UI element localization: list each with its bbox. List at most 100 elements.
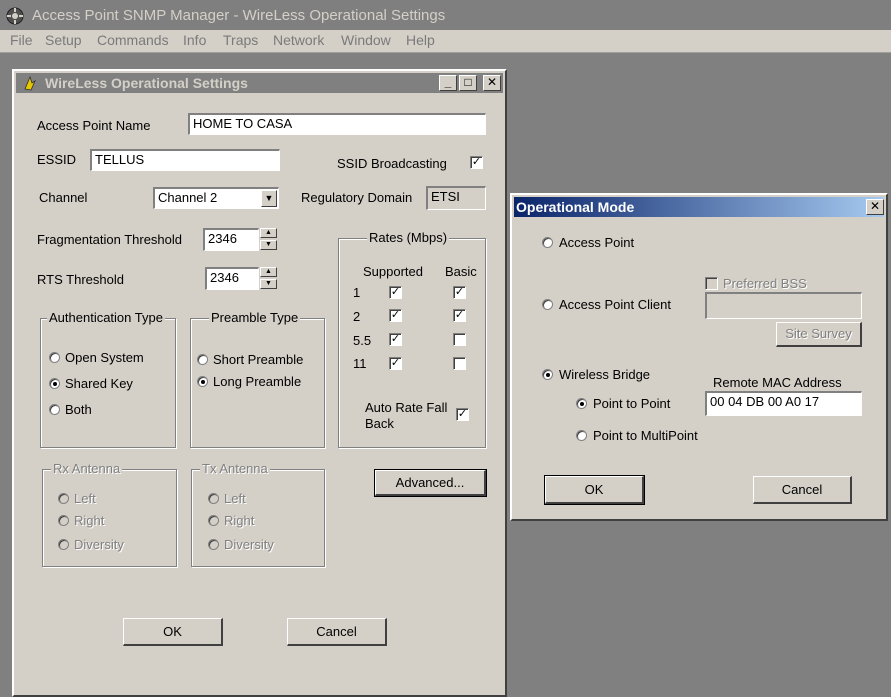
- rate-label: 1: [353, 285, 361, 300]
- channel-label: Channel: [39, 190, 88, 205]
- rate-label: 5.5: [353, 333, 372, 348]
- ssid-broadcasting-label: SSID Broadcasting: [337, 156, 447, 171]
- regulatory-domain-label: Regulatory Domain: [301, 190, 413, 205]
- opmode-ok-button[interactable]: OK: [544, 475, 645, 505]
- spin-down-icon[interactable]: ▼: [260, 279, 277, 289]
- preferred-bss-field: [705, 292, 862, 319]
- rate-supported-checkbox[interactable]: ✓: [389, 357, 402, 370]
- settings-title-bar[interactable]: WireLess Operational Settings _ □ ✕: [16, 73, 503, 93]
- ap-name-input[interactable]: HOME TO CASA: [188, 113, 486, 135]
- rx-left-label: Left: [74, 491, 96, 506]
- rts-threshold-spinner[interactable]: ▲ ▼: [260, 267, 277, 290]
- menu-commands[interactable]: Commands: [97, 32, 169, 48]
- close-icon[interactable]: ✕: [866, 199, 884, 215]
- mode-access-point-label[interactable]: Access Point: [559, 235, 634, 250]
- auth-shared-key-label[interactable]: Shared Key: [65, 376, 133, 391]
- settings-ok-button[interactable]: OK: [123, 618, 223, 646]
- chevron-down-icon[interactable]: ▼: [261, 190, 277, 207]
- mode-ap-client-radio[interactable]: [542, 299, 553, 310]
- mode-wireless-bridge-label[interactable]: Wireless Bridge: [559, 367, 650, 382]
- advanced-button[interactable]: Advanced...: [374, 469, 487, 497]
- menu-help[interactable]: Help: [406, 32, 435, 48]
- essid-input[interactable]: TELLUS: [90, 149, 280, 171]
- preamble-long-label[interactable]: Long Preamble: [213, 374, 301, 389]
- auth-open-system-radio[interactable]: [49, 352, 60, 363]
- bridge-point-to-point-label[interactable]: Point to Point: [593, 396, 670, 411]
- mode-ap-client-label[interactable]: Access Point Client: [559, 297, 671, 312]
- rates-basic-header: Basic: [445, 264, 477, 279]
- rx-right-radio[interactable]: [58, 515, 69, 526]
- menu-file[interactable]: File: [10, 32, 33, 48]
- tx-right-label: Right: [224, 513, 255, 528]
- preferred-bss-checkbox[interactable]: [705, 277, 718, 290]
- auth-open-system-label[interactable]: Open System: [65, 350, 144, 365]
- rx-diversity-label: Diversity: [74, 537, 124, 552]
- rates-group-title: Rates (Mbps): [367, 230, 450, 245]
- auth-both-label[interactable]: Both: [65, 402, 92, 417]
- channel-select-value: Channel 2: [158, 190, 218, 205]
- opmode-title-bar[interactable]: Operational Mode ✕: [514, 197, 884, 217]
- spin-up-icon[interactable]: ▲: [260, 228, 277, 238]
- preamble-short-label[interactable]: Short Preamble: [213, 352, 303, 367]
- bridge-point-to-multipoint-label[interactable]: Point to MultiPoint: [593, 428, 698, 443]
- auto-rate-fallback-label-line1: Auto Rate Fall: [365, 400, 448, 415]
- rate-basic-checkbox[interactable]: ✓: [453, 309, 466, 322]
- fragmentation-threshold-spinner[interactable]: ▲ ▼: [260, 228, 277, 251]
- preferred-bss-label: Preferred BSS: [723, 276, 807, 291]
- essid-label: ESSID: [37, 152, 77, 167]
- menu-traps[interactable]: Traps: [223, 32, 258, 48]
- regulatory-domain-field: ETSI: [426, 186, 486, 210]
- rx-left-radio[interactable]: [58, 493, 69, 504]
- mode-wireless-bridge-radio[interactable]: [542, 369, 553, 380]
- app-title: Access Point SNMP Manager - WireLess Ope…: [32, 7, 446, 24]
- minimize-button[interactable]: _: [439, 75, 457, 91]
- settings-title: WireLess Operational Settings: [45, 75, 248, 91]
- tx-left-label: Left: [224, 491, 246, 506]
- tx-antenna-group-title: Tx Antenna: [200, 461, 270, 476]
- close-button[interactable]: ✕: [483, 75, 501, 91]
- bridge-point-to-multipoint-radio[interactable]: [576, 430, 587, 441]
- auth-shared-key-radio[interactable]: [49, 378, 60, 389]
- rx-right-label: Right: [74, 513, 105, 528]
- preamble-long-radio[interactable]: [197, 376, 208, 387]
- fragmentation-threshold-input[interactable]: 2346: [203, 228, 259, 251]
- menu-window[interactable]: Window: [341, 32, 391, 48]
- maximize-button[interactable]: □: [459, 75, 477, 91]
- opmode-cancel-button[interactable]: Cancel: [753, 476, 852, 504]
- fragmentation-threshold-label: Fragmentation Threshold: [37, 232, 183, 247]
- tx-left-radio[interactable]: [208, 493, 219, 504]
- auto-rate-fallback-checkbox[interactable]: ✓: [456, 408, 469, 421]
- site-survey-button[interactable]: Site Survey: [776, 322, 862, 347]
- channel-select[interactable]: Channel 2 ▼: [153, 187, 279, 209]
- preamble-short-radio[interactable]: [197, 354, 208, 365]
- auth-both-radio[interactable]: [49, 404, 60, 415]
- app-title-bar: Access Point SNMP Manager - WireLess Ope…: [0, 0, 891, 30]
- app-icon[interactable]: [5, 6, 25, 26]
- ap-name-label: Access Point Name: [37, 118, 151, 133]
- menu-setup[interactable]: Setup: [45, 32, 82, 48]
- tx-diversity-radio[interactable]: [208, 539, 219, 550]
- rate-supported-checkbox[interactable]: ✓: [389, 333, 402, 346]
- rts-threshold-input[interactable]: 2346: [205, 267, 259, 290]
- settings-cancel-button[interactable]: Cancel: [287, 618, 387, 646]
- tx-right-radio[interactable]: [208, 515, 219, 526]
- bridge-point-to-point-radio[interactable]: [576, 398, 587, 409]
- rate-supported-checkbox[interactable]: ✓: [389, 286, 402, 299]
- ssid-broadcasting-checkbox[interactable]: ✓: [470, 156, 483, 169]
- mode-access-point-radio[interactable]: [542, 237, 553, 248]
- rates-supported-header: Supported: [363, 264, 423, 279]
- spin-up-icon[interactable]: ▲: [260, 267, 277, 277]
- rate-basic-checkbox[interactable]: ✓: [453, 286, 466, 299]
- rx-antenna-group-title: Rx Antenna: [51, 461, 123, 476]
- rate-supported-checkbox[interactable]: ✓: [389, 309, 402, 322]
- tx-diversity-label: Diversity: [224, 537, 274, 552]
- menu-info[interactable]: Info: [183, 32, 206, 48]
- remote-mac-input[interactable]: 00 04 DB 00 A0 17: [705, 391, 862, 416]
- rx-diversity-radio[interactable]: [58, 539, 69, 550]
- authentication-group-title: Authentication Type: [47, 310, 165, 325]
- menu-network[interactable]: Network: [273, 32, 324, 48]
- opmode-title: Operational Mode: [516, 199, 635, 215]
- rate-basic-checkbox[interactable]: [453, 357, 466, 370]
- rate-basic-checkbox[interactable]: [453, 333, 466, 346]
- spin-down-icon[interactable]: ▼: [260, 240, 277, 250]
